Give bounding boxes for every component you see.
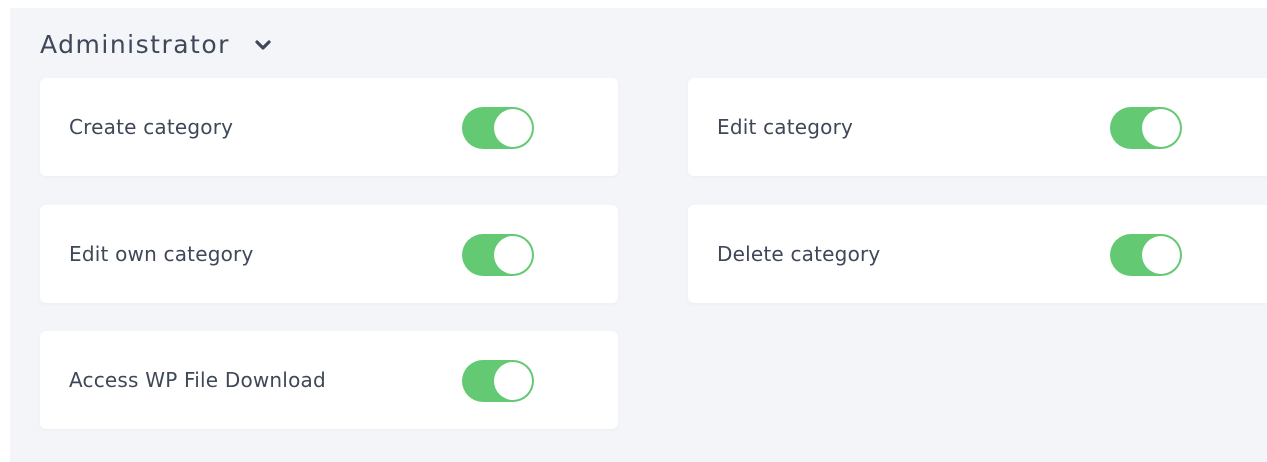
toggle-knob [494, 362, 532, 400]
toggle-knob [1142, 109, 1180, 147]
permission-label: Delete category [717, 242, 881, 266]
toggle-switch-edit-own-category[interactable] [462, 234, 534, 276]
permission-card-access-wp-file-download: Access WP File Download [40, 331, 618, 429]
toggle-switch-access-wp-file-download[interactable] [462, 360, 534, 402]
toggle-switch-create-category[interactable] [462, 107, 534, 149]
toggle-knob [494, 109, 532, 147]
permission-card-delete-category: Delete category [688, 205, 1267, 303]
toggle-switch-delete-category[interactable] [1110, 234, 1182, 276]
permission-label: Edit category [717, 115, 854, 139]
section-header[interactable]: Administrator [40, 30, 272, 59]
permissions-panel: Administrator Create category Edit categ… [10, 8, 1267, 462]
permission-card-create-category: Create category [40, 78, 618, 176]
permission-card-edit-category: Edit category [688, 78, 1267, 176]
permission-label: Create category [69, 115, 234, 139]
permission-label: Edit own category [69, 242, 254, 266]
permission-label: Access WP File Download [69, 368, 326, 392]
toggle-knob [1142, 236, 1180, 274]
section-title: Administrator [40, 30, 230, 59]
chevron-down-icon[interactable] [254, 38, 272, 52]
permission-card-edit-own-category: Edit own category [40, 205, 618, 303]
toggle-switch-edit-category[interactable] [1110, 107, 1182, 149]
toggle-knob [494, 236, 532, 274]
